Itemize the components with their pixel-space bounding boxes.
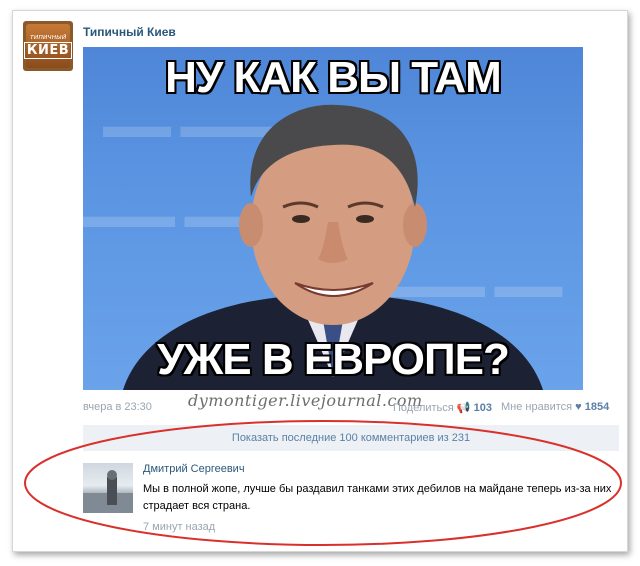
heart-icon: ♥	[575, 401, 582, 413]
like-button[interactable]: Мне нравится ♥ 1854	[501, 401, 609, 413]
avatar-illustration	[83, 470, 133, 513]
avatar-big-text: КИЕВ	[23, 42, 73, 59]
post-image[interactable]: ▬▬ ▬▬▬ ▬▬▬ ▬▬▬ ▬▬ ▬▬▬ ▬▬▬ ▬▬ НУ КАК ВЫ Т…	[83, 47, 583, 390]
share-button[interactable]: Поделиться 📢 103	[393, 401, 492, 414]
share-label: Поделиться	[393, 402, 454, 414]
megaphone-icon: 📢	[456, 402, 471, 414]
watermark-text: dymontiger.livejournal.com	[188, 391, 423, 410]
community-avatar[interactable]: типичный КИЕВ	[23, 21, 73, 71]
comment-author-name[interactable]: Дмитрий Сергеевич	[143, 463, 245, 475]
avatar-small-text: типичный	[29, 33, 67, 41]
like-count: 1854	[584, 401, 610, 413]
avatar-logo: типичный КИЕВ	[23, 24, 73, 68]
post-timestamp[interactable]: вчера в 23:30	[83, 401, 152, 413]
comment-author-avatar[interactable]	[83, 463, 133, 513]
show-more-comments-button[interactable]: Показать последние 100 комментариев из 2…	[83, 425, 619, 451]
community-name-link[interactable]: Типичный Киев	[83, 25, 176, 39]
comment-timestamp[interactable]: 7 минут назад	[143, 521, 215, 533]
comment-text: Мы в полной жопе, лучше бы раздавил танк…	[143, 483, 612, 512]
meme-bottom-caption: УЖЕ В ЕВРОПЕ?	[157, 335, 510, 384]
share-count: 103	[473, 402, 492, 414]
post-card: типичный КИЕВ Типичный Киев ▬▬ ▬▬▬ ▬▬▬ ▬…	[12, 10, 628, 552]
meme-top-caption: НУ КАК ВЫ ТАМ	[165, 53, 502, 102]
like-label: Мне нравится	[501, 401, 573, 413]
